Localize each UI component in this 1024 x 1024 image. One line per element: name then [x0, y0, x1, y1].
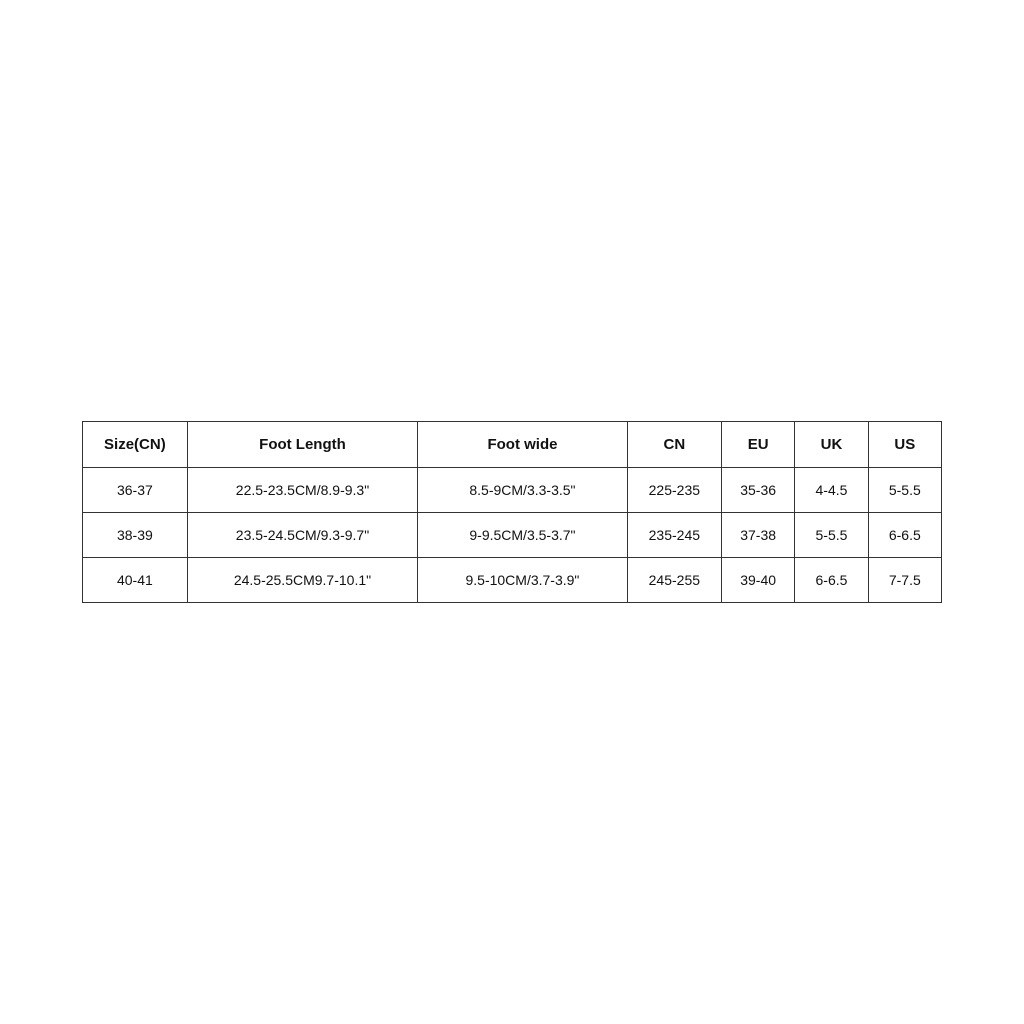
cell-eu: 39-40 — [721, 558, 794, 603]
cell-cn: 235-245 — [627, 513, 721, 558]
cell-us: 6-6.5 — [868, 513, 941, 558]
cell-foot-wide: 9.5-10CM/3.7-3.9" — [418, 558, 628, 603]
header-cn: CN — [627, 422, 721, 468]
cell-uk: 4-4.5 — [795, 468, 868, 513]
size-chart-container: Size(CN) Foot Length Foot wide CN EU UK … — [82, 421, 942, 603]
header-size-cn: Size(CN) — [83, 422, 188, 468]
cell-cn: 225-235 — [627, 468, 721, 513]
cell-us: 5-5.5 — [868, 468, 941, 513]
header-foot-wide: Foot wide — [418, 422, 628, 468]
cell-foot-wide: 9-9.5CM/3.5-3.7" — [418, 513, 628, 558]
cell-foot-length: 23.5-24.5CM/9.3-9.7" — [187, 513, 417, 558]
cell-foot-wide: 8.5-9CM/3.3-3.5" — [418, 468, 628, 513]
cell-uk: 6-6.5 — [795, 558, 868, 603]
cell-size-cn: 36-37 — [83, 468, 188, 513]
table-header-row: Size(CN) Foot Length Foot wide CN EU UK … — [83, 422, 942, 468]
cell-eu: 35-36 — [721, 468, 794, 513]
cell-eu: 37-38 — [721, 513, 794, 558]
table-row: 38-3923.5-24.5CM/9.3-9.7"9-9.5CM/3.5-3.7… — [83, 513, 942, 558]
header-uk: UK — [795, 422, 868, 468]
cell-cn: 245-255 — [627, 558, 721, 603]
header-us: US — [868, 422, 941, 468]
header-eu: EU — [721, 422, 794, 468]
table-row: 40-4124.5-25.5CM9.7-10.1"9.5-10CM/3.7-3.… — [83, 558, 942, 603]
header-foot-length: Foot Length — [187, 422, 417, 468]
table-row: 36-3722.5-23.5CM/8.9-9.3"8.5-9CM/3.3-3.5… — [83, 468, 942, 513]
cell-size-cn: 40-41 — [83, 558, 188, 603]
size-chart-table: Size(CN) Foot Length Foot wide CN EU UK … — [82, 421, 942, 603]
cell-uk: 5-5.5 — [795, 513, 868, 558]
cell-size-cn: 38-39 — [83, 513, 188, 558]
cell-foot-length: 24.5-25.5CM9.7-10.1" — [187, 558, 417, 603]
cell-us: 7-7.5 — [868, 558, 941, 603]
cell-foot-length: 22.5-23.5CM/8.9-9.3" — [187, 468, 417, 513]
